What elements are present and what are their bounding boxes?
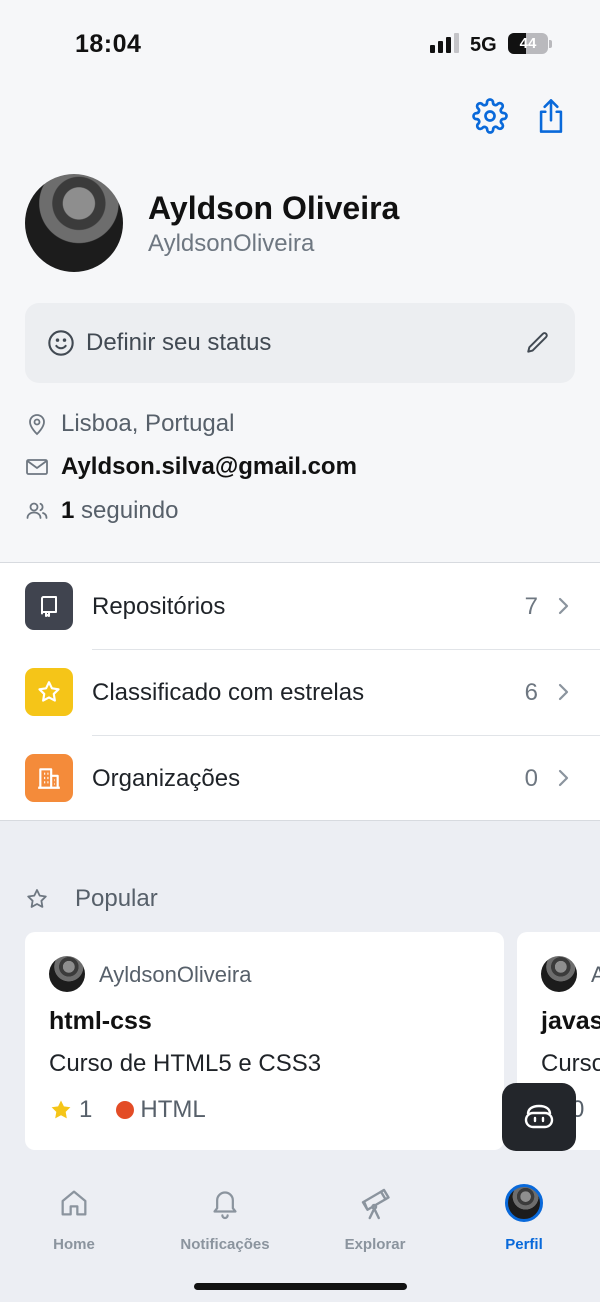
battery-cap xyxy=(549,40,552,48)
pencil-icon xyxy=(527,332,548,353)
menu-item-repositories[interactable]: Repositórios 7 xyxy=(0,563,600,649)
tab-profile[interactable]: Perfil xyxy=(464,1184,584,1254)
gear-icon xyxy=(472,98,508,134)
location-text: Lisboa, Portugal xyxy=(61,410,235,437)
location-icon xyxy=(25,412,49,436)
popular-repo-card[interactable]: AyldsonOliveira html-css Curso de HTML5 … xyxy=(25,932,504,1150)
tab-bar: Home Notificações Explorar Perfil xyxy=(0,1168,600,1302)
status-placeholder: Definir seu status xyxy=(86,329,272,356)
menu-count: 7 xyxy=(524,593,538,620)
email-link[interactable]: Ayldson.silva@gmail.com xyxy=(61,453,357,481)
following-text[interactable]: 1 seguindo xyxy=(61,497,178,525)
profile-following[interactable]: 1 seguindo xyxy=(25,496,178,526)
menu-label: Repositórios xyxy=(92,593,226,620)
tab-label: Home xyxy=(53,1236,95,1253)
following-label: seguindo xyxy=(81,497,179,524)
home-indicator xyxy=(194,1283,407,1290)
profile-login: AyldsonOliveira xyxy=(148,230,315,257)
menu-count: 0 xyxy=(524,765,538,792)
repo-name: html-css xyxy=(49,1007,152,1035)
status-time: 18:04 xyxy=(75,30,142,58)
repo-icon xyxy=(25,582,73,630)
owner-avatar xyxy=(49,956,85,992)
repo-name: javas xyxy=(541,1007,600,1035)
chevron-right-icon xyxy=(558,769,569,787)
copilot-icon xyxy=(524,1104,554,1129)
network-type: 5G xyxy=(470,34,497,56)
telescope-icon xyxy=(361,1188,390,1220)
profile-location: Lisboa, Portugal xyxy=(25,409,234,439)
share-button[interactable] xyxy=(531,96,571,136)
avatar xyxy=(505,1184,543,1222)
popular-header: Popular xyxy=(25,884,158,914)
profile-menu: Repositórios 7 Classificado com estrelas… xyxy=(0,562,600,821)
repo-stars: 1 xyxy=(79,1096,93,1123)
copilot-button[interactable] xyxy=(502,1083,576,1151)
chevron-right-icon xyxy=(558,683,569,701)
star-filled-icon xyxy=(51,1100,71,1119)
smiley-icon xyxy=(48,330,74,356)
chevron-right-icon xyxy=(558,597,569,615)
tab-label: Explorar xyxy=(344,1236,406,1253)
repo-language: HTML xyxy=(140,1096,206,1123)
owner-avatar xyxy=(541,956,577,992)
mail-icon xyxy=(25,455,49,479)
menu-count: 6 xyxy=(524,679,538,706)
repo-owner: A xyxy=(591,962,600,987)
menu-label: Organizações xyxy=(92,765,241,792)
battery-icon: 44 xyxy=(508,33,548,54)
repo-owner: AyldsonOliveira xyxy=(99,962,252,987)
tab-label: Perfil xyxy=(505,1236,543,1253)
share-icon xyxy=(539,99,563,133)
repo-description: Curso de HTML5 e CSS3 xyxy=(49,1050,322,1077)
menu-item-organizations[interactable]: Organizações 0 xyxy=(0,735,600,821)
menu-item-starred[interactable]: Classificado com estrelas 6 xyxy=(0,649,600,735)
profile-email[interactable]: Ayldson.silva@gmail.com xyxy=(25,452,357,482)
tab-label: Notificações xyxy=(180,1236,270,1253)
popular-title: Popular xyxy=(75,885,158,912)
set-status-button[interactable]: Definir seu status xyxy=(25,303,575,383)
profile-name: Ayldson Oliveira xyxy=(148,190,400,226)
bell-icon xyxy=(213,1191,237,1220)
signal-icon xyxy=(430,33,459,53)
star-icon xyxy=(25,668,73,716)
status-bar: 18:04 5G 44 xyxy=(0,0,600,88)
organization-icon xyxy=(25,754,73,802)
tab-explore[interactable]: Explorar xyxy=(315,1184,435,1254)
home-icon xyxy=(61,1190,87,1216)
battery-percentage: 44 xyxy=(519,35,537,52)
profile-avatar xyxy=(25,174,123,272)
repo-meta: 1 HTML xyxy=(49,1096,206,1124)
repo-description: Curso xyxy=(541,1050,600,1077)
people-icon xyxy=(25,499,49,523)
settings-button[interactable] xyxy=(470,96,510,136)
following-count: 1 xyxy=(61,497,75,524)
language-color-dot xyxy=(116,1101,135,1119)
tab-home[interactable]: Home xyxy=(14,1184,134,1254)
menu-label: Classificado com estrelas xyxy=(92,679,365,706)
tab-notifications[interactable]: Notificações xyxy=(165,1184,285,1254)
star-outline-icon xyxy=(27,889,47,908)
